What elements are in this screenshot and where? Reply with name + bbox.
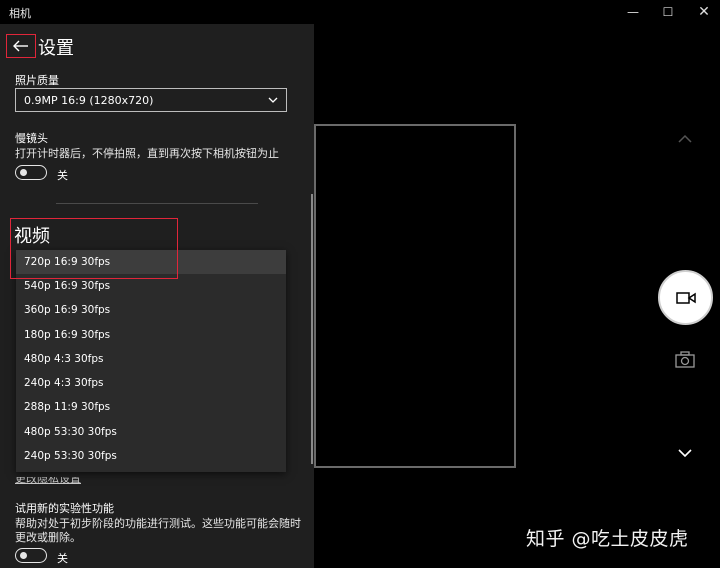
- dropdown-option[interactable]: 240p 4:3 30fps: [16, 371, 286, 395]
- dropdown-option[interactable]: 480p 53:30 30fps: [16, 420, 286, 444]
- experimental-toggle-state: 关: [57, 552, 68, 565]
- chevron-up-icon[interactable]: [674, 130, 696, 148]
- dropdown-option[interactable]: 720p 16:9 30fps: [16, 250, 286, 274]
- maximize-button[interactable]: ☐: [652, 2, 684, 22]
- camera-icon[interactable]: [674, 350, 696, 370]
- chevron-down-icon[interactable]: [674, 444, 696, 462]
- back-arrow-icon: [13, 40, 28, 52]
- close-button[interactable]: ✕: [688, 2, 720, 22]
- record-video-button[interactable]: [658, 270, 713, 325]
- page-title: 设置: [38, 38, 74, 59]
- dropdown-option[interactable]: 360p 16:9 30fps: [16, 298, 286, 322]
- camera-preview-frame: [314, 124, 516, 468]
- back-button[interactable]: [6, 34, 36, 58]
- scrollbar[interactable]: [311, 194, 313, 464]
- time-lapse-toggle[interactable]: [15, 165, 47, 180]
- dropdown-option[interactable]: 180p 16:9 30fps: [16, 323, 286, 347]
- toggle-knob: [20, 552, 27, 559]
- time-lapse-description: 打开计时器后，不停拍照，直到再次按下相机按钮为止: [15, 147, 279, 160]
- photo-quality-value: 0.9MP 16:9 (1280x720): [24, 94, 154, 107]
- experimental-label: 试用新的实验性功能: [15, 502, 114, 515]
- dropdown-option[interactable]: 288p 11:9 30fps: [16, 395, 286, 419]
- video-section-title: 视频: [14, 226, 50, 247]
- divider: [56, 203, 258, 204]
- time-lapse-toggle-state: 关: [57, 169, 68, 182]
- experimental-description-line2: 更改或删除。: [15, 531, 81, 544]
- minimize-button[interactable]: —: [617, 2, 649, 22]
- experimental-toggle[interactable]: [15, 548, 47, 563]
- chevron-down-icon: [268, 97, 278, 103]
- watermark: 知乎 @吃土皮皮虎: [526, 528, 689, 550]
- photo-quality-select[interactable]: 0.9MP 16:9 (1280x720): [15, 88, 287, 112]
- settings-panel: 设置 照片质量 0.9MP 16:9 (1280x720) 慢镜头 打开计时器后…: [0, 24, 314, 568]
- toggle-knob: [20, 169, 27, 176]
- app-title: 相机: [9, 7, 31, 20]
- photo-quality-label: 照片质量: [15, 74, 59, 87]
- video-camera-icon: [676, 292, 696, 304]
- privacy-settings-link[interactable]: 更改隐私设置: [15, 477, 81, 486]
- dropdown-option[interactable]: 540p 16:9 30fps: [16, 274, 286, 298]
- video-quality-dropdown: 720p 16:9 30fps 540p 16:9 30fps 360p 16:…: [16, 250, 286, 472]
- title-bar: 相机 — ☐ ✕: [0, 0, 720, 24]
- time-lapse-label: 慢镜头: [15, 132, 48, 145]
- dropdown-option[interactable]: 480p 4:3 30fps: [16, 347, 286, 371]
- dropdown-option[interactable]: 240p 53:30 30fps: [16, 444, 286, 468]
